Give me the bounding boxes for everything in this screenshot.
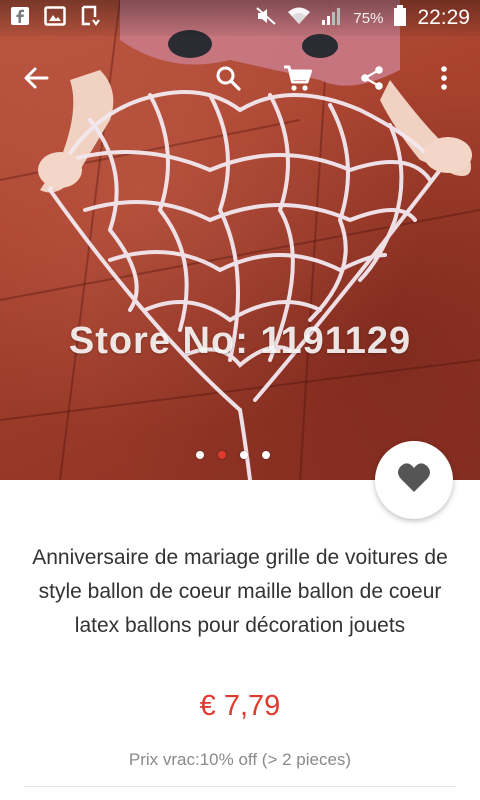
share-icon bbox=[359, 65, 385, 96]
facebook-notification-icon bbox=[10, 6, 30, 31]
store-watermark: Store No: 1191129 bbox=[68, 320, 412, 362]
heart-icon bbox=[397, 462, 431, 499]
search-button[interactable] bbox=[204, 52, 252, 108]
search-icon bbox=[215, 65, 241, 96]
more-vert-icon bbox=[440, 65, 448, 96]
battery-percent: 75% bbox=[353, 9, 384, 27]
product-price: € 7,79 bbox=[199, 690, 281, 722]
divider bbox=[24, 786, 456, 787]
gallery-pager bbox=[196, 451, 270, 459]
download-notification-icon bbox=[80, 5, 100, 32]
back-button[interactable] bbox=[12, 52, 60, 108]
clock: 22:29 bbox=[417, 6, 470, 29]
product-title: Anniversaire de mariage grille de voitur… bbox=[32, 546, 448, 637]
battery-icon bbox=[393, 5, 407, 31]
pager-dot[interactable] bbox=[262, 451, 270, 459]
pager-dot-active[interactable] bbox=[218, 451, 226, 459]
mute-icon bbox=[255, 6, 277, 30]
pager-dot[interactable] bbox=[196, 451, 204, 459]
share-button[interactable] bbox=[348, 52, 396, 108]
more-options-button[interactable] bbox=[420, 52, 468, 108]
signal-icon bbox=[321, 6, 343, 30]
cart-icon bbox=[283, 64, 313, 97]
wifi-icon bbox=[287, 6, 311, 30]
action-bar bbox=[0, 52, 480, 108]
arrow-back-icon bbox=[23, 65, 49, 96]
status-bar: 75% 22:29 bbox=[0, 0, 480, 36]
bulk-price-note[interactable]: Prix vrac:10% off (> 2 pieces) bbox=[0, 750, 480, 770]
add-to-wishlist-button[interactable] bbox=[375, 441, 453, 519]
pager-dot[interactable] bbox=[240, 451, 248, 459]
gallery-notification-icon bbox=[44, 5, 66, 31]
cart-button[interactable] bbox=[274, 52, 322, 108]
